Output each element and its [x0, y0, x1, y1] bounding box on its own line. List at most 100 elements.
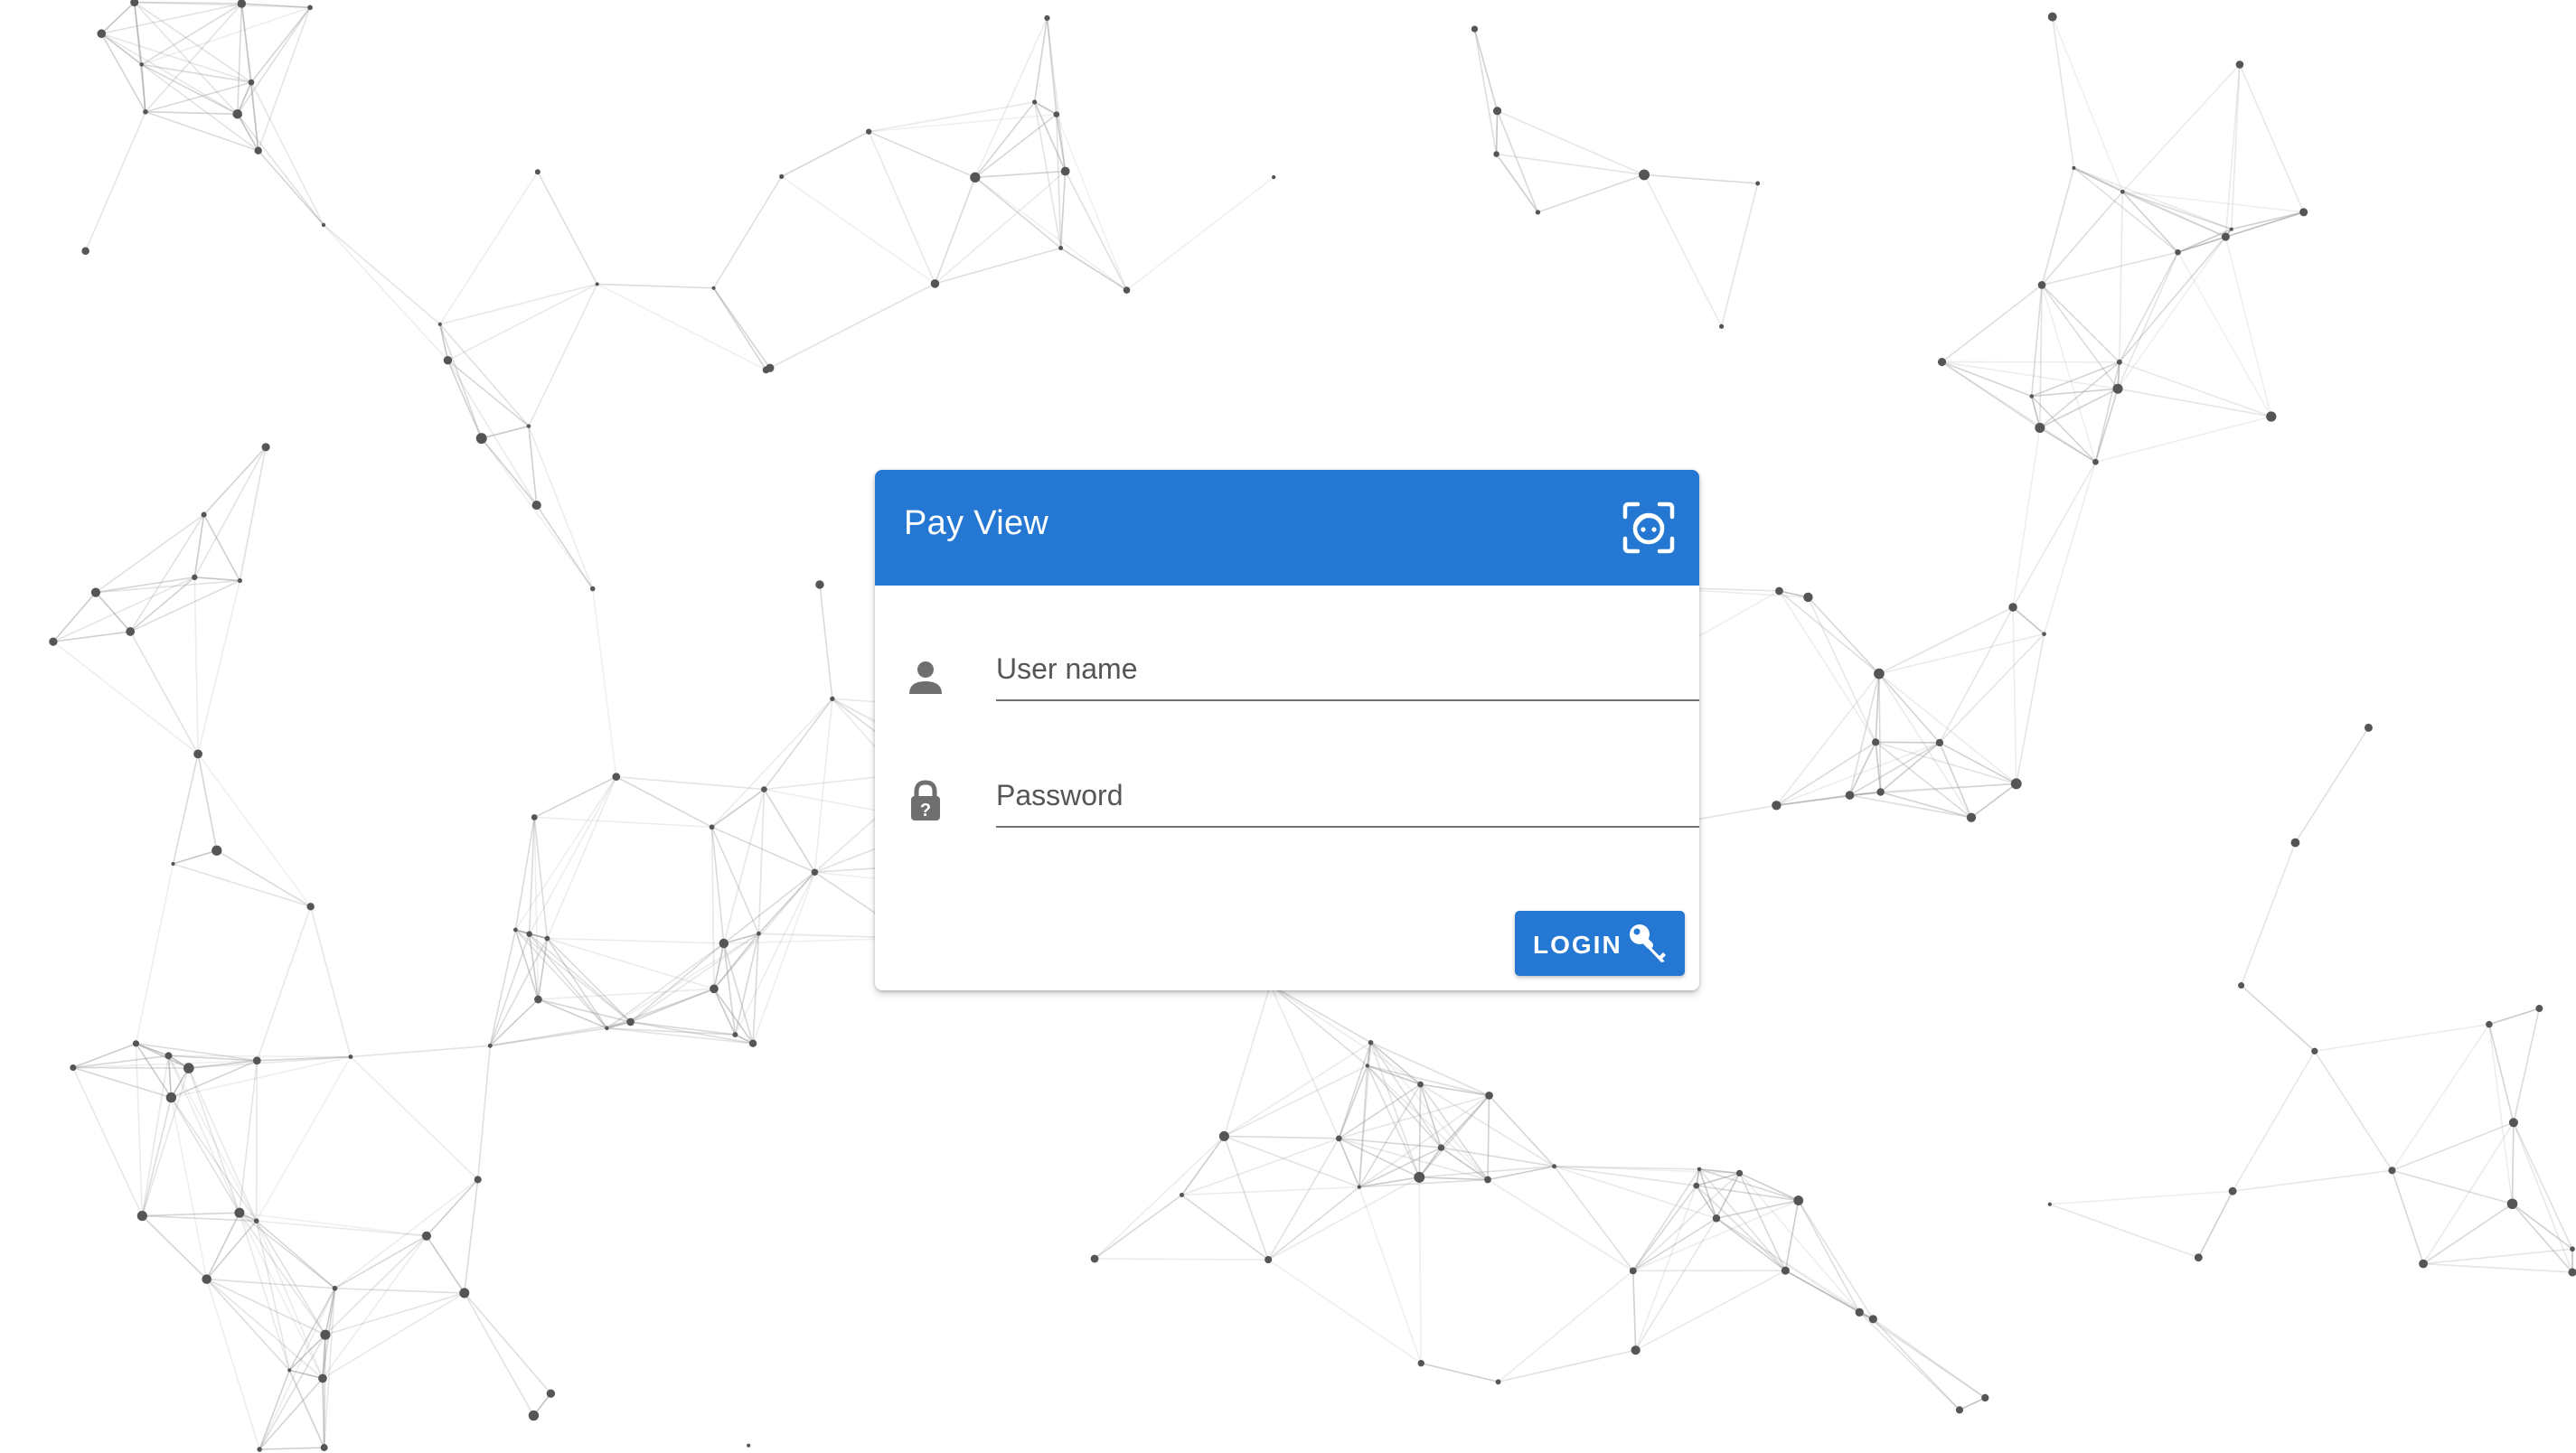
- network-edge: [1060, 247, 1127, 291]
- network-node: [139, 62, 144, 67]
- network-node: [1735, 1169, 1744, 1176]
- network-node: [2035, 422, 2045, 433]
- network-edge: [322, 1378, 325, 1448]
- network-edge: [1419, 1165, 1555, 1178]
- network-node: [474, 1176, 482, 1184]
- network-edge: [2117, 388, 2271, 417]
- network-edge: [1359, 1186, 1423, 1364]
- network-edge: [2513, 1008, 2541, 1123]
- network-edge: [2511, 1203, 2573, 1273]
- network-edge: [1059, 171, 1067, 248]
- network-edge: [2012, 427, 2041, 608]
- network-edge: [1224, 1135, 1360, 1188]
- network-edge: [1441, 1147, 1555, 1167]
- network-node: [1718, 323, 1725, 329]
- network-node: [253, 1218, 259, 1223]
- network-edge: [100, 1, 136, 34]
- network-edge: [752, 871, 816, 1044]
- network-edge: [1941, 284, 2043, 363]
- network-node: [1693, 1182, 1700, 1189]
- network-node: [779, 173, 785, 179]
- network-edge: [447, 360, 483, 439]
- network-edge: [1487, 1178, 1634, 1272]
- network-edge: [463, 1179, 479, 1294]
- network-edge: [2488, 1024, 2515, 1123]
- network-node: [513, 927, 518, 933]
- network-node: [1781, 1266, 1790, 1275]
- username-input[interactable]: [996, 642, 1699, 701]
- network-edge: [1880, 783, 2017, 793]
- network-node: [719, 938, 729, 949]
- network-edge: [1224, 1064, 1368, 1138]
- network-edge: [2391, 1024, 2490, 1171]
- network-node: [70, 1064, 77, 1072]
- network-edge: [1419, 1083, 1443, 1148]
- network-node: [2047, 12, 2057, 22]
- network-node: [475, 433, 487, 445]
- network-node: [287, 1368, 292, 1373]
- network-node: [1493, 151, 1500, 157]
- network-edge: [72, 1066, 189, 1069]
- network-edge: [813, 698, 833, 873]
- network-node: [193, 749, 202, 759]
- network-edge: [141, 1215, 208, 1280]
- network-node: [612, 773, 621, 781]
- network-edge: [1181, 1138, 1340, 1196]
- password-input[interactable]: [996, 768, 1699, 828]
- network-edge: [173, 849, 218, 865]
- network-edge: [193, 577, 199, 755]
- network-edge: [239, 1212, 324, 1379]
- network-node: [815, 580, 824, 589]
- network-edge: [334, 1287, 465, 1294]
- network-edge: [1270, 984, 1371, 1044]
- network-node: [143, 108, 148, 115]
- network-node: [459, 1288, 470, 1298]
- network-edge: [135, 1043, 144, 1216]
- network-edge: [1418, 1083, 1422, 1177]
- network-edge: [974, 17, 1048, 178]
- network-node: [1712, 1214, 1721, 1223]
- network-edge: [1858, 1311, 1960, 1411]
- network-edge: [1488, 1094, 1556, 1167]
- network-edge: [256, 906, 312, 1062]
- network-edge: [489, 929, 517, 1046]
- network-node: [2419, 1259, 2428, 1269]
- network-node: [970, 172, 981, 183]
- network-node: [811, 868, 819, 876]
- network-node: [1417, 1081, 1424, 1088]
- network-node: [2266, 411, 2277, 422]
- network-edge: [1181, 1186, 1359, 1196]
- network-edge: [173, 863, 311, 908]
- network-edge: [1880, 742, 1941, 793]
- login-button[interactable]: LOGIN: [1515, 911, 1685, 976]
- network-edge: [239, 446, 267, 581]
- network-node: [526, 931, 532, 937]
- network-node: [192, 574, 198, 581]
- network-edge: [934, 177, 976, 285]
- svg-text:?: ?: [920, 801, 931, 820]
- network-edge: [2117, 236, 2227, 389]
- network-node: [257, 1447, 262, 1452]
- network-edge: [1941, 361, 2119, 389]
- network-edge: [476, 1045, 492, 1180]
- network-node: [531, 814, 538, 820]
- network-node: [487, 1043, 493, 1048]
- network-edge: [547, 937, 724, 944]
- network-node: [2221, 232, 2230, 241]
- network-node: [1535, 210, 1541, 215]
- network-edge: [95, 592, 131, 633]
- network-edge: [2119, 361, 2272, 417]
- network-node: [2535, 1005, 2543, 1013]
- face-recognition-icon: [1622, 502, 1675, 554]
- face-recognition-button[interactable]: [1622, 501, 1676, 555]
- network-edge: [141, 1055, 170, 1216]
- network-node: [534, 169, 541, 175]
- network-edge: [141, 1097, 173, 1216]
- network-edge: [1643, 174, 1723, 327]
- network-node: [1368, 1039, 1374, 1045]
- network-edge: [1876, 741, 1940, 744]
- network-edge: [1807, 596, 1880, 675]
- network-node: [90, 587, 101, 597]
- network-edge: [439, 323, 530, 427]
- network-node: [2008, 603, 2017, 612]
